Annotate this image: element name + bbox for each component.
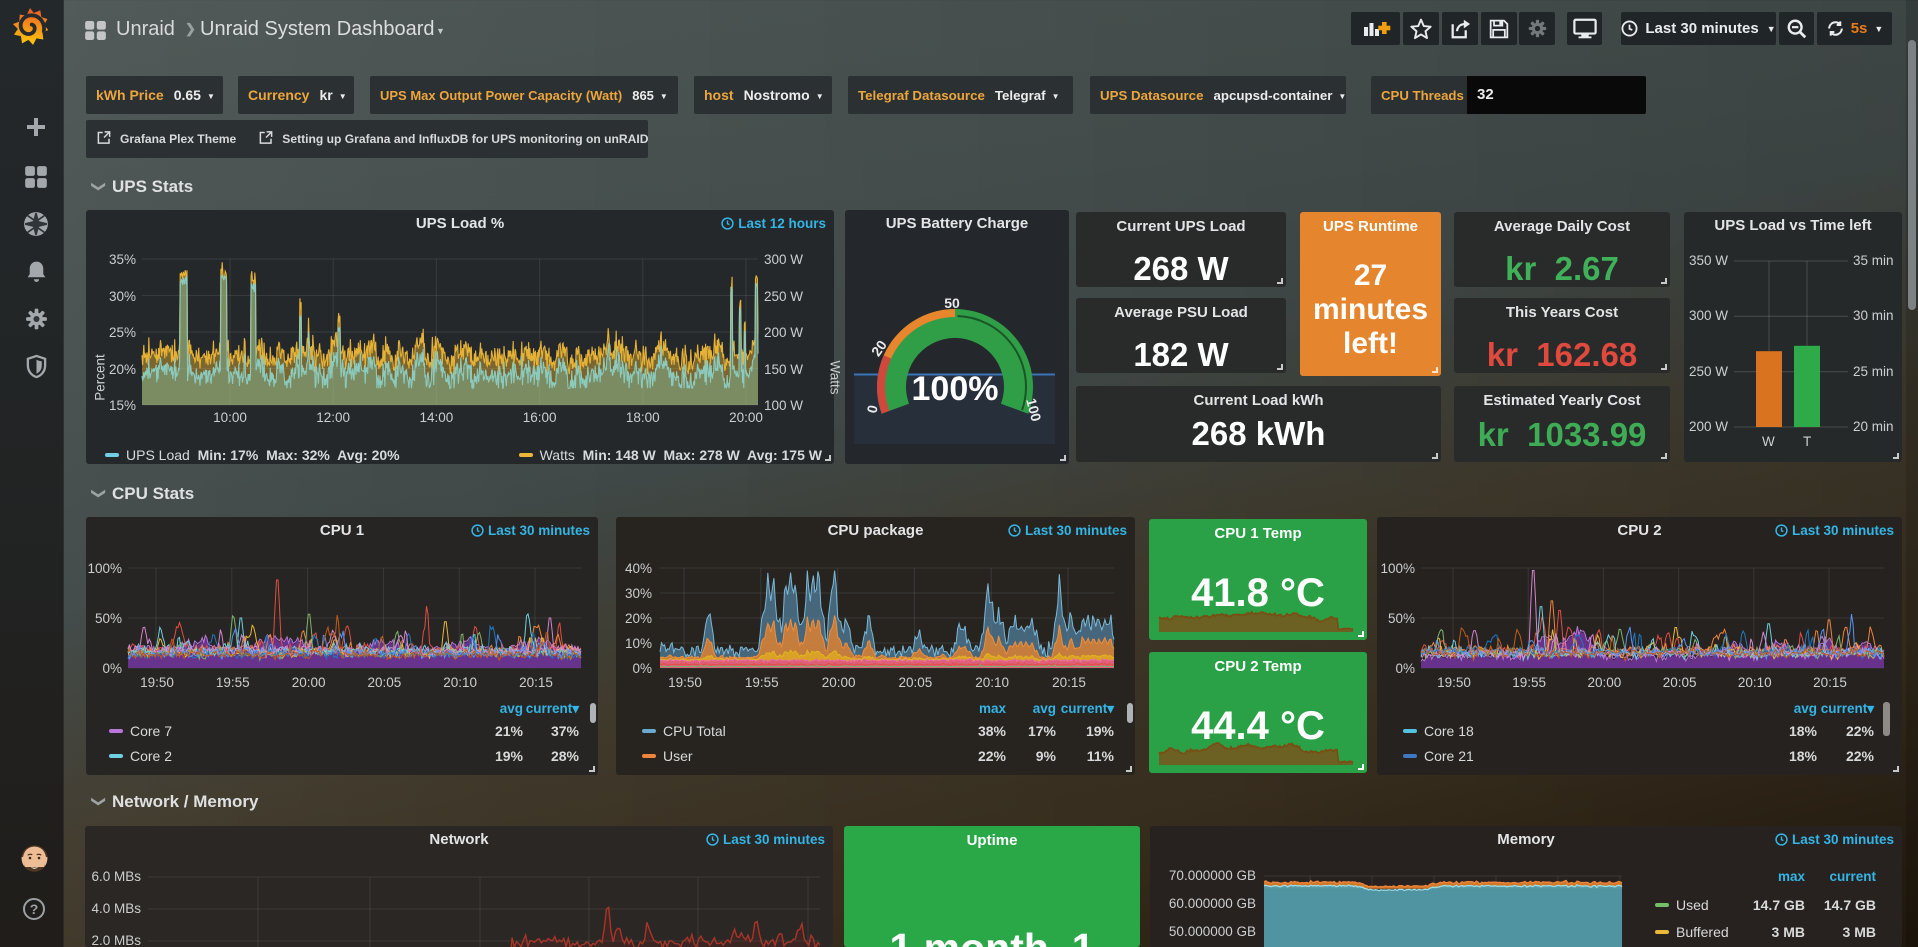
svg-text:50: 50	[944, 295, 960, 311]
svg-text:100%: 100%	[912, 370, 999, 408]
